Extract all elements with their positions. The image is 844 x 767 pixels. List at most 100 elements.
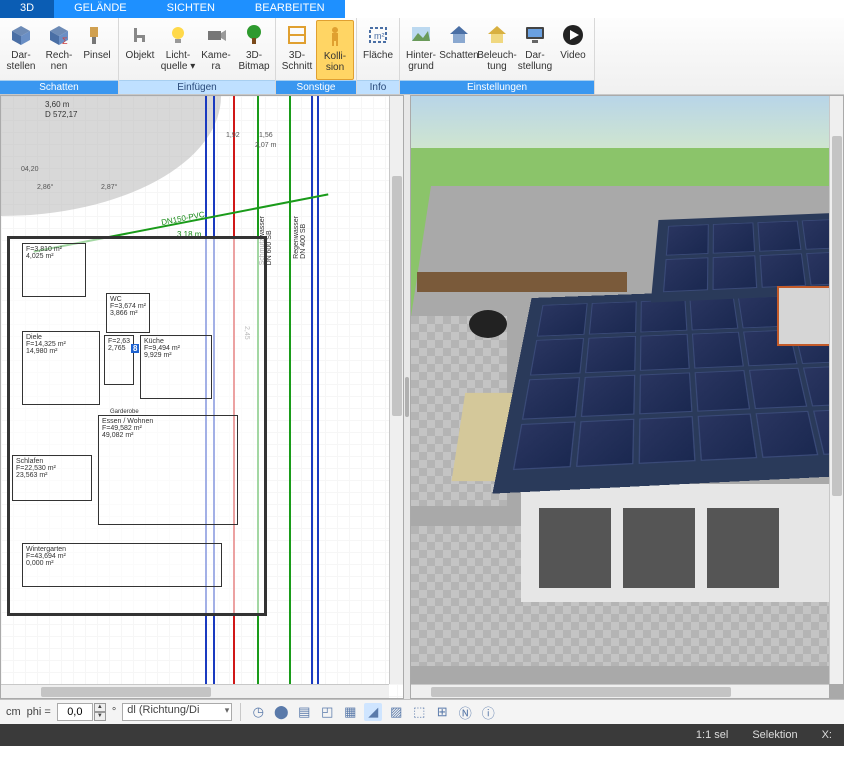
dim-l2: 2,86° (37, 184, 53, 191)
plan-vscroll-thumb[interactable] (392, 176, 402, 416)
ribbon-beleuchtung[interactable]: Beleuch- tung (478, 20, 516, 80)
tool-cyl[interactable]: ⬚ (410, 703, 428, 721)
ribbon-kamera[interactable]: Kame- ra (197, 20, 235, 80)
tool-tri1[interactable]: ◢ (364, 703, 382, 721)
view3d-vscroll[interactable] (829, 96, 843, 684)
plan-vscroll[interactable] (389, 96, 403, 684)
ribbon-3dbitmap[interactable]: 3D- Bitmap (235, 20, 273, 80)
tab-bearbeiten[interactable]: BEARBEITEN (235, 0, 345, 18)
solar-panel (692, 332, 744, 369)
ribbon-kollision-label: Kolli- sion (324, 51, 346, 73)
ribbon-flaeche-label: Fläche (363, 50, 393, 61)
bulb-icon (165, 22, 191, 48)
solar-panel (585, 336, 636, 373)
status-bar: 1:1 sel Selektion X: (0, 724, 844, 746)
solar-panel (513, 421, 576, 470)
tool-grid[interactable]: ⊞ (433, 703, 451, 721)
splitter-grip (405, 377, 409, 417)
solar-panel (713, 222, 755, 253)
tab-3d[interactable]: 3D (0, 0, 54, 18)
room-label: F=2,63 2,765 (108, 338, 130, 352)
ribbon-hintergrund[interactable]: Hinter- grund (402, 20, 440, 80)
solar-panel (698, 413, 758, 460)
ribbon-group-info: Info (357, 80, 399, 94)
ribbon-group-einstellungen: Einstellungen (400, 80, 594, 94)
plan-2d-pane[interactable]: 3,60 m D 572,17 DN150-PVC 3,18 m Schmutz… (0, 95, 404, 699)
mode-dropdown[interactable]: dl (Richtung/Di (122, 703, 232, 721)
ribbon-rechnen[interactable]: ΣRech- nen (40, 20, 78, 80)
solar-panel (695, 370, 751, 412)
ribbon-kollision[interactable]: Kolli- sion (316, 20, 354, 80)
phi-label: phi = (27, 706, 51, 718)
room: WC F=3,674 m² 3,866 m² (106, 293, 150, 333)
unit-label: cm (6, 706, 21, 718)
view3d-hscroll-thumb[interactable] (431, 687, 731, 697)
room-label: Wintergarten F=43,694 m² 0,000 m² (26, 546, 66, 567)
view3d-vscroll-thumb[interactable] (832, 136, 842, 496)
solar-panel (639, 416, 696, 464)
ribbon-objekt[interactable]: Objekt (121, 20, 159, 80)
garderobe-label: Garderobe (110, 409, 139, 415)
tool-tri2[interactable]: ▨ (387, 703, 405, 721)
phi-unit: ° (112, 706, 116, 718)
ribbon-lichtquelle[interactable]: Licht- quelle ▾ (159, 20, 197, 80)
solar-panel (522, 377, 580, 420)
workspace: 3,60 m D 572,17 DN150-PVC 3,18 m Schmutz… (0, 95, 844, 699)
view-3d-pane[interactable] (410, 95, 844, 699)
ribbon-darstellung-label: Dar- stellung (518, 50, 552, 72)
plan-hscroll[interactable] (1, 684, 389, 698)
ribbon-flaeche[interactable]: m² Fläche (359, 20, 397, 80)
phi-input[interactable] (57, 703, 93, 721)
tab-gelaende[interactable]: GELÄNDE (54, 0, 147, 18)
ribbon-darstellen[interactable]: Dar- stellen (2, 20, 40, 80)
ribbon-kamera-label: Kame- ra (201, 50, 230, 72)
dim-t1: 1,92 (226, 132, 240, 139)
tool-layers1[interactable]: ▤ (295, 703, 313, 721)
ribbon-video-label: Video (560, 50, 585, 61)
plan-dim-top1: 3,60 m (45, 100, 69, 109)
phi-spin-up[interactable]: ▲ (94, 703, 106, 712)
solar-panel (640, 334, 690, 371)
solar-panel (576, 419, 634, 467)
person-icon (322, 23, 348, 49)
tool-stack[interactable]: ▦ (341, 703, 359, 721)
solar-panel (666, 224, 709, 255)
room-label: Schlafen F=22,530 m² 23,563 m² (16, 458, 56, 479)
ribbon-3dschnitt[interactable]: 3D- Schnitt (278, 20, 316, 80)
ribbon: Dar- stellenΣRech- nenPinsel Schatten Obje… (0, 18, 844, 95)
solar-panel (589, 301, 637, 334)
dim-l1: 04,20 (21, 166, 39, 173)
vline-blue-4 (317, 96, 319, 698)
ribbon-video[interactable]: Video (554, 20, 592, 80)
ribbon-pinsel[interactable]: Pinsel (78, 20, 116, 80)
view3d-hscroll[interactable] (411, 684, 829, 698)
tool-clock[interactable]: ◷ (249, 703, 267, 721)
tool-globe[interactable]: ⬤ (272, 703, 290, 721)
chair-icon (127, 22, 153, 48)
bottom-tool-row: ◷ ⬤ ▤ ◰ ▦ ◢ ▨ ⬚ ⊞ Ⓝⓘ (249, 703, 497, 721)
ribbon-darstellung[interactable]: Dar- stellung (516, 20, 554, 80)
tool-north[interactable]: Ⓝ (456, 703, 474, 721)
tab-sichten[interactable]: SICHTEN (147, 0, 235, 18)
vline-green-2 (289, 96, 291, 698)
phi-spin-down[interactable]: ▼ (94, 712, 106, 721)
area-icon: m² (365, 22, 391, 48)
dim-t3: 2,07 m (255, 142, 276, 149)
solar-panel (537, 303, 588, 336)
tool-info[interactable]: ⓘ (479, 703, 497, 721)
solar-panel (760, 253, 807, 287)
ribbon-schatten2[interactable]: Schatten (440, 20, 478, 80)
bg-icon (408, 22, 434, 48)
ribbon-beleuchtung-label: Beleuch- tung (477, 50, 516, 72)
solar-panel (530, 338, 584, 376)
plan-hscroll-thumb[interactable] (41, 687, 211, 697)
svg-text:m²: m² (374, 31, 385, 41)
input-bar: cm phi = ▲ ▼ ° dl (Richtung/Di ◷ ⬤ ▤ ◰ ▦ ◢ ▨ ⬚ ⊞… (0, 699, 844, 724)
tree-icon (241, 22, 267, 48)
tool-perspective[interactable]: ◰ (318, 703, 336, 721)
vline-blue-3 (311, 96, 313, 698)
room-label: Essen / Wohnen F=49,582 m² 49,082 m² (102, 418, 153, 439)
room-label: Küche F=9,494 m² 9,929 m² (144, 338, 180, 359)
cube-icon (8, 22, 34, 48)
brush-icon (84, 22, 110, 48)
